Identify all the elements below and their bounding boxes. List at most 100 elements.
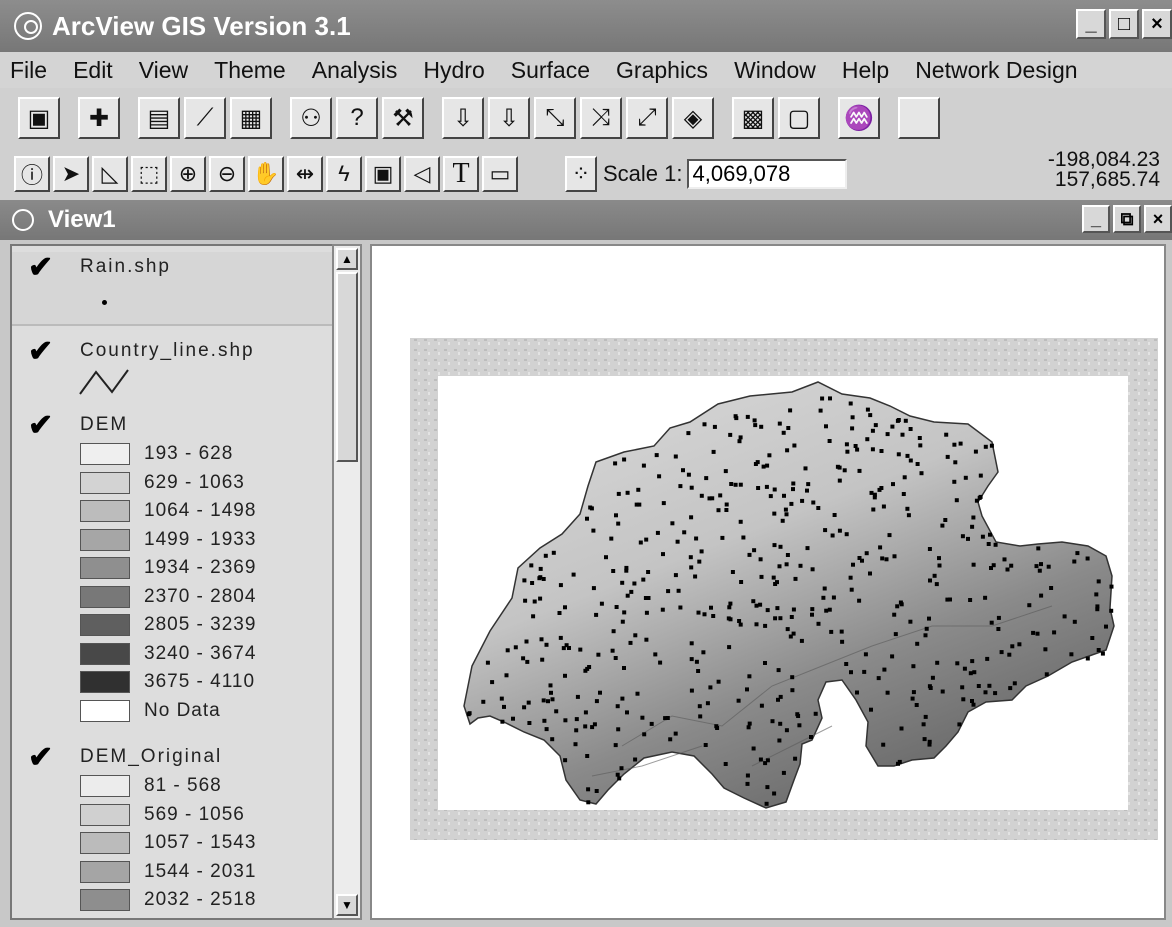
measure-icon[interactable]: ⇹ [287,156,323,192]
rain-station-point [772,791,777,796]
layer-rain[interactable]: ✔ Rain.shp [12,250,332,326]
legend-class[interactable]: 569 - 1056 [80,801,332,830]
menu-edit[interactable]: Edit [60,57,126,84]
map-display[interactable] [370,244,1166,920]
edit-legend-icon[interactable]: ⟋ [184,97,226,139]
rain-station-point [759,424,764,429]
menu-hydro[interactable]: Hydro [410,57,497,84]
rain-station-point [849,670,853,675]
rain-station-point [756,486,761,490]
legend-class[interactable]: 2370 - 2804 [80,583,332,612]
zoom-in-tool-icon[interactable]: ⊕ [170,156,206,192]
legend-class[interactable]: 81 - 568 [80,772,332,801]
menu-file[interactable]: File [0,57,60,84]
legend-class[interactable]: 1544 - 2031 [80,858,332,887]
menu-graphics[interactable]: Graphics [603,57,721,84]
close-button[interactable]: × [1142,9,1172,39]
add-theme-icon[interactable]: ✚ [78,97,120,139]
area-of-interest-icon[interactable]: ▣ [365,156,401,192]
rain-station-point [1043,647,1048,652]
rain-station-point [927,739,932,744]
legend-class[interactable]: No Data [80,697,332,726]
open-table-icon[interactable]: ▦ [230,97,272,139]
checkmark-icon[interactable]: ✔ [28,740,58,775]
find-binoculars-icon[interactable]: ⚇ [290,97,332,139]
zoom-to-full-extent-icon[interactable]: ⇩ [442,97,484,139]
theme-properties-icon[interactable]: ▤ [138,97,180,139]
legend-class[interactable]: 3675 - 4110 [80,668,332,697]
rain-station-point [968,671,973,676]
zoom-in-icon[interactable]: ⤨ [580,97,622,139]
rain-station-point [972,670,977,675]
coord-x: -198,084.23 [1047,148,1160,171]
legend-class[interactable]: 1499 - 1933 [80,526,332,555]
scroll-down-icon[interactable]: ▼ [336,894,358,916]
zoom-out-tool-icon[interactable]: ⊖ [209,156,245,192]
layer-dem[interactable]: ✔ DEM 193 - 628 629 - 1063 1064 - 1498 1499… [12,408,332,726]
zoom-to-selected-icon[interactable]: ⤡ [534,97,576,139]
menu-theme[interactable]: Theme [201,57,299,84]
vertex-edit-icon[interactable]: ◺ [92,156,128,192]
menu-network-design[interactable]: Network Design [902,57,1090,84]
pointer-icon[interactable]: ➤ [53,156,89,192]
extra-tool-icon[interactable] [898,97,940,139]
identify-icon[interactable]: ⓘ [14,156,50,192]
query-builder-icon[interactable]: ⚒ [382,97,424,139]
legend-class[interactable]: 629 - 1063 [80,469,332,498]
rain-station-point [1100,651,1105,656]
text-tool-icon[interactable]: T [443,156,479,192]
legend-class[interactable]: 1934 - 2369 [80,554,332,583]
menu-help[interactable]: Help [829,57,902,84]
rain-station-point [890,654,895,659]
clear-selection-icon[interactable]: ▢ [778,97,820,139]
layer-country-line[interactable]: ✔ Country_line.shp [12,334,332,406]
rain-station-point [790,688,795,693]
legend-class[interactable]: 193 - 628 [80,440,332,469]
menu-view[interactable]: View [126,57,201,84]
rain-station-point [876,676,881,681]
checkmark-icon[interactable]: ✔ [28,250,58,285]
rain-station-point [697,559,702,564]
legend-class[interactable]: 2032 - 2518 [80,886,332,915]
label-icon[interactable]: ◁ [404,156,440,192]
maximize-button[interactable]: □ [1109,9,1139,39]
select-feature-icon[interactable]: ⬚ [131,156,167,192]
rain-station-point [1027,603,1032,608]
rain-station-point [892,554,897,559]
rain-station-point [696,610,701,615]
rain-station-point [686,431,691,436]
rain-station-point [824,608,829,613]
save-icon[interactable]: ▣ [18,97,60,139]
zoom-out-icon[interactable]: ⤢ [626,97,668,139]
minimize-button[interactable]: _ [1076,9,1106,39]
view-minimize-button[interactable]: _ [1082,205,1110,233]
rain-station-point [832,513,837,517]
legend-class[interactable]: 2805 - 3239 [80,611,332,640]
scale-input[interactable]: 4,069,078 [686,159,847,189]
zoom-to-active-themes-icon[interactable]: ⇩ [488,97,530,139]
map-canvas[interactable] [372,246,1164,918]
view-close-button[interactable]: × [1144,205,1172,233]
rain-station-point [693,574,698,579]
rain-station-point [911,690,916,695]
view-restore-button[interactable]: ⧉ [1113,205,1141,233]
menu-window[interactable]: Window [721,57,829,84]
layer-dem-original[interactable]: ✔ DEM_Original 81 - 568 569 - 1056 1057 - … [12,740,332,915]
hotlink-icon[interactable]: ϟ [326,156,362,192]
locate-address-icon[interactable]: ? [336,97,378,139]
draw-rectangle-icon[interactable]: ▭ [482,156,518,192]
menu-surface[interactable]: Surface [498,57,603,84]
pan-hand-icon[interactable]: ✋ [248,156,284,192]
histogram-icon[interactable]: ♒ [838,97,880,139]
scroll-thumb[interactable] [336,272,358,462]
zoom-previous-icon[interactable]: ◈ [672,97,714,139]
legend-class[interactable]: 1057 - 1543 [80,829,332,858]
legend-class[interactable]: 1064 - 1498 [80,497,332,526]
legend-class[interactable]: 3240 - 3674 [80,640,332,669]
checkmark-icon[interactable]: ✔ [28,334,58,369]
toc-scrollbar[interactable]: ▲ ▼ [332,244,362,920]
select-features-icon[interactable]: ▩ [732,97,774,139]
menu-analysis[interactable]: Analysis [299,57,411,84]
scroll-up-icon[interactable]: ▲ [336,248,358,270]
checkmark-icon[interactable]: ✔ [28,408,58,443]
